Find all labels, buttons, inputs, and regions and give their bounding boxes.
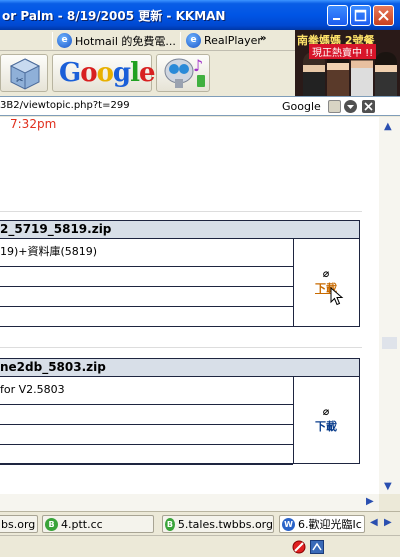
maximize-button[interactable]	[350, 5, 371, 26]
download-cell: ⌀ 下載	[293, 239, 359, 326]
ie-icon: e	[57, 33, 72, 48]
post-time: 7:32pm	[10, 117, 57, 131]
minimize-icon	[333, 18, 340, 20]
attachment-row	[0, 445, 293, 465]
download-cell: ⌀ 下載	[293, 377, 359, 463]
link-realplayer[interactable]: e RealPlayer	[186, 32, 262, 49]
tab-scroll-left-icon[interactable]: ◀	[370, 517, 378, 528]
horizontal-scrollbar[interactable]: ▶	[0, 494, 379, 511]
links-toolbar: e Hotmail 的免費電... e RealPlayer »	[0, 30, 295, 51]
tab-label: 6.歡迎光臨Ic	[298, 518, 362, 531]
tab-tales[interactable]: B 5.tales.twbbs.org	[162, 515, 274, 533]
cube-icon: ✂	[9, 58, 41, 90]
tab-scroll-right-icon[interactable]: ▶	[384, 517, 392, 528]
security-icon[interactable]	[310, 540, 324, 554]
close-toolbar-icon[interactable]	[362, 100, 375, 113]
download-link[interactable]: ⌀ 下載	[311, 405, 341, 434]
main-toolbar: ✂ Google ♪	[0, 51, 295, 96]
music-button[interactable]: ♪	[156, 54, 210, 92]
google-search-label[interactable]: Google	[282, 100, 321, 113]
attachment-row	[0, 425, 293, 445]
link-label: RealPlayer	[204, 34, 262, 47]
title-bar: or Palm - 8/19/2005 更新 - KKMAN	[0, 0, 400, 30]
download-label[interactable]: 下載	[315, 420, 337, 433]
attachment-filename: ne2db_5803.zip	[0, 359, 359, 377]
close-button[interactable]	[373, 5, 394, 26]
separator	[180, 32, 181, 49]
b-icon: B	[45, 517, 58, 531]
w-icon: W	[282, 517, 295, 531]
toolbox-button[interactable]: ✂	[0, 54, 48, 92]
b-icon: B	[165, 517, 175, 531]
paperclip-icon: ⌀	[322, 405, 330, 418]
svg-text:♪: ♪	[193, 56, 203, 75]
dropdown-icon[interactable]	[344, 100, 357, 113]
link-label: Hotmail 的免費電...	[75, 34, 176, 48]
scroll-right-icon[interactable]: ▶	[366, 496, 374, 507]
address-bar: 3B2/viewtopic.php?t=299 Google	[0, 96, 400, 116]
page-content: 7:32pm 2_5719_5819.zip 19)+資料庫(5819) ⌀ 下…	[0, 117, 379, 494]
attachment-box: ne2db_5803.zip for V2.5803 ⌀ 下載	[0, 358, 360, 465]
attachment-row	[0, 287, 293, 307]
paperclip-icon: ⌀	[322, 267, 330, 280]
tab-label: 4.ptt.cc	[61, 517, 103, 531]
tab-bbs[interactable]: bs.org	[0, 515, 38, 533]
attachment-filename: 2_5719_5819.zip	[0, 221, 359, 239]
close-icon	[378, 10, 389, 21]
ad-subtitle: 現正熱賣中 !!	[309, 44, 377, 59]
tab-bar: bs.org B 4.ptt.cc B 5.tales.twbbs.org W …	[0, 511, 400, 535]
attachment-description: 19)+資料庫(5819)	[0, 239, 293, 267]
maximize-icon	[354, 9, 367, 22]
music-icon: ♪	[164, 56, 205, 88]
divider	[0, 347, 362, 348]
divider	[0, 211, 362, 212]
more-links-chevron-icon[interactable]: »	[260, 33, 266, 44]
page-options-icon[interactable]	[328, 100, 341, 113]
blocked-icon[interactable]	[292, 540, 306, 554]
ad-banner[interactable]: 南拳媽媽 2號餐 現正熱賣中 !!	[295, 30, 400, 96]
vertical-scrollbar[interactable]: ▲ ▼	[379, 117, 400, 494]
minimize-button[interactable]	[327, 5, 348, 26]
tab-ptt[interactable]: B 4.ptt.cc	[42, 515, 154, 533]
tab-label: 5.tales.twbbs.org	[177, 517, 273, 531]
scroll-down-icon[interactable]: ▼	[384, 481, 392, 492]
window-title: or Palm - 8/19/2005 更新 - KKMAN	[2, 9, 226, 23]
attachment-description: for V2.5803	[0, 377, 293, 405]
separator	[52, 32, 53, 49]
scroll-thumb[interactable]	[382, 337, 397, 349]
attachment-row	[0, 405, 293, 425]
tab-label: bs.org	[1, 517, 36, 531]
svg-text:✂: ✂	[16, 76, 24, 86]
url-field[interactable]: 3B2/viewtopic.php?t=299	[0, 100, 130, 111]
google-button[interactable]: Google	[52, 54, 156, 92]
attachment-row	[0, 267, 293, 287]
scroll-up-icon[interactable]: ▲	[384, 121, 392, 132]
status-bar	[0, 535, 400, 557]
mouse-cursor-icon	[330, 287, 344, 306]
google-logo: Google	[59, 58, 156, 88]
attachment-row	[0, 307, 293, 327]
ad-image	[375, 52, 397, 96]
tab-welcome[interactable]: W 6.歡迎光臨Ic	[279, 515, 365, 533]
attachment-box: 2_5719_5819.zip 19)+資料庫(5819) ⌀ 下載	[0, 220, 360, 327]
link-hotmail[interactable]: e Hotmail 的免費電...	[57, 32, 176, 49]
ie-icon: e	[186, 33, 201, 48]
